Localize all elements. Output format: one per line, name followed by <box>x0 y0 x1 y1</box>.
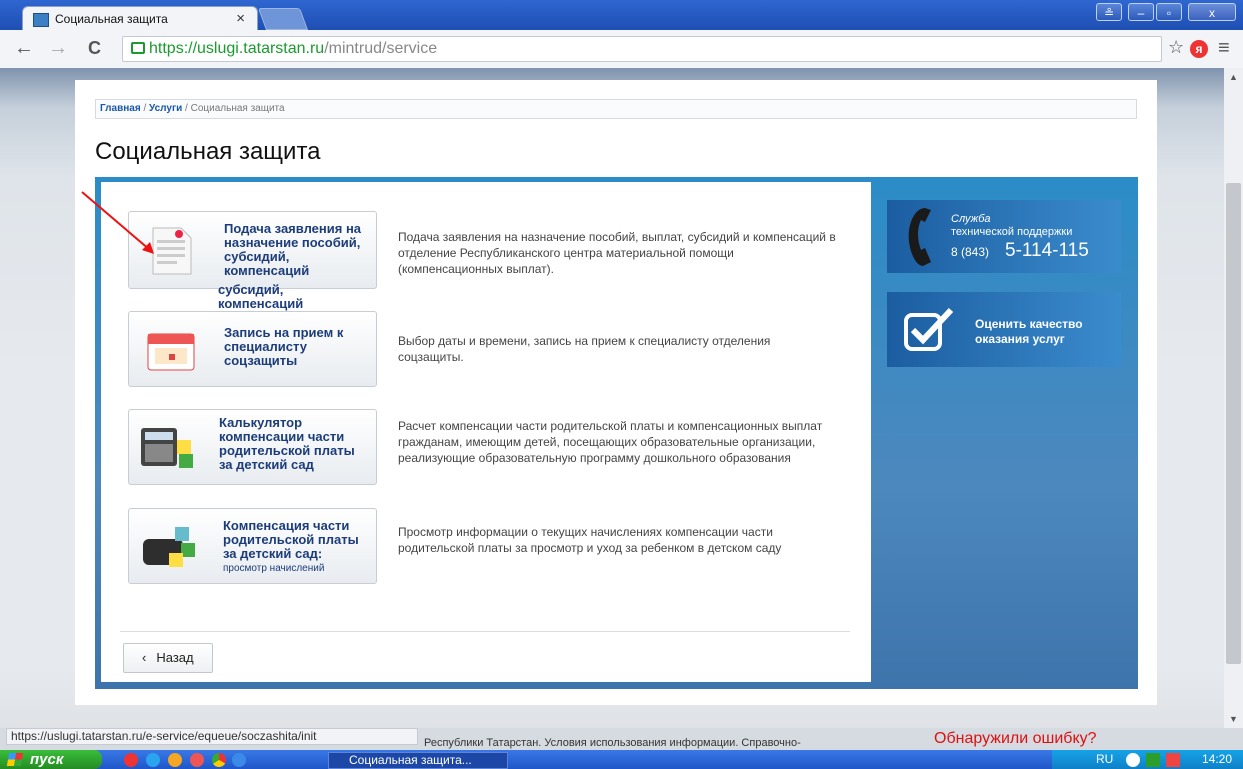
checkbox-icon <box>904 307 954 351</box>
service-appointment-button[interactable]: Запись на прием к специалисту соцзащиты <box>128 311 377 387</box>
rate-line1: Оценить качество <box>975 317 1083 331</box>
scroll-down-icon[interactable]: ▼ <box>1229 714 1238 724</box>
back-button-label: Назад <box>156 650 194 665</box>
tray-icon[interactable] <box>1166 753 1180 767</box>
tray-icon[interactable] <box>1146 753 1160 767</box>
forward-arrow-icon[interactable]: → <box>48 37 68 60</box>
taskbar-item-label: Социальная защита... <box>349 753 472 767</box>
breadcrumb-home[interactable]: Главная <box>100 103 141 114</box>
service-description: Подача заявления на назначение пособий, … <box>398 230 836 276</box>
menu-icon[interactable]: ≡ <box>1218 37 1230 60</box>
service-description: Расчет компенсации части родительской пл… <box>398 419 823 465</box>
service-description: Просмотр информации о текущих начисления… <box>398 525 782 555</box>
footer-text: Республики Татарстан. Условия использова… <box>424 737 801 749</box>
opera-icon[interactable] <box>124 753 138 767</box>
divider <box>120 631 850 632</box>
language-indicator[interactable]: RU <box>1096 750 1113 769</box>
calendar-icon <box>147 333 195 371</box>
chrome-icon[interactable] <box>212 753 226 767</box>
service-compensation-button[interactable]: Компенсация части родительской платы за … <box>128 508 377 584</box>
service-calculator-button[interactable]: Калькулятор компенсации части родительск… <box>128 409 377 485</box>
lock-icon <box>131 42 145 54</box>
breadcrumb-current: Социальная защита <box>190 103 285 114</box>
overflow-label: субсидий, компенсаций <box>218 282 304 311</box>
rate-line2: оказания услуг <box>975 332 1065 346</box>
status-url: https://uslugi.tatarstan.ru/e-service/eq… <box>6 728 418 745</box>
tray-icon[interactable] <box>1126 753 1140 767</box>
star-icon[interactable]: ☆ <box>1168 37 1184 58</box>
favicon-icon <box>33 13 49 27</box>
rate-quality-banner[interactable]: Оценить качество оказания услуг <box>887 292 1121 367</box>
back-button[interactable]: ‹ Назад <box>123 643 213 673</box>
service-application-button[interactable]: Подача заявления на назначение пособий, … <box>128 211 377 289</box>
support-banner[interactable]: Служба технической поддержки 8 (843) 5-1… <box>887 200 1121 273</box>
title-bar: Социальная защита × ≗ – ▫ x <box>0 0 1243 32</box>
app-icon[interactable] <box>168 753 182 767</box>
taskbar-item-chrome[interactable]: Социальная защита... <box>328 752 508 769</box>
annotation-arrow-icon <box>81 191 154 254</box>
calculator-icon <box>141 428 193 468</box>
support-phone: 5-114-115 <box>1005 240 1089 261</box>
service-description: Выбор даты и времени, запись на прием к … <box>398 334 771 364</box>
back-arrow-icon[interactable]: ← <box>14 37 34 60</box>
close-window-button[interactable]: x <box>1188 3 1236 21</box>
minimize-button[interactable]: – <box>1128 3 1154 21</box>
reload-icon[interactable]: C <box>88 38 101 59</box>
maximize-button[interactable]: ▫ <box>1156 3 1182 21</box>
service-label: Подача заявления на назначение пособий, … <box>224 221 362 278</box>
url-text: https://uslugi.tatarstan.ru/mintrud/serv… <box>149 40 438 57</box>
breadcrumb-separator: / <box>140 103 150 114</box>
tab-close-icon[interactable]: × <box>236 10 245 27</box>
ie-icon[interactable] <box>232 753 246 767</box>
browser-tab[interactable]: Социальная защита × <box>22 6 258 32</box>
tab-title: Социальная защита <box>55 12 168 26</box>
ie-icon[interactable] <box>146 753 160 767</box>
start-label: пуск <box>30 751 64 768</box>
firefox-icon[interactable] <box>190 753 204 767</box>
support-phone-code: 8 (843) <box>951 245 990 259</box>
windows-logo-icon <box>6 753 24 766</box>
address-bar[interactable]: https://uslugi.tatarstan.ru/mintrud/serv… <box>122 36 1162 62</box>
browser-toolbar: ← → C https://uslugi.tatarstan.ru/mintru… <box>0 30 1243 69</box>
support-subtitle: технической поддержки <box>951 226 1073 238</box>
scrollbar-thumb[interactable] <box>1226 183 1241 664</box>
phone-icon <box>908 208 931 266</box>
service-sublabel: просмотр начислений <box>223 563 325 574</box>
breadcrumb-separator: / <box>182 103 191 114</box>
new-tab-button[interactable] <box>257 8 309 30</box>
clock: 14:20 <box>1202 752 1233 766</box>
yandex-icon[interactable]: я <box>1190 40 1208 58</box>
chevron-left-icon: ‹ <box>142 650 147 665</box>
user-icon[interactable]: ≗ <box>1096 3 1122 21</box>
page-title: Социальная защита <box>95 138 321 165</box>
support-title: Служба <box>951 213 991 225</box>
service-label: Запись на прием к специалисту соцзащиты <box>224 325 344 368</box>
service-label: Калькулятор компенсации части родительск… <box>219 415 355 472</box>
service-label: Компенсация части родительской платы за … <box>223 518 359 561</box>
scroll-up-icon[interactable]: ▲ <box>1229 72 1238 82</box>
report-error-link[interactable]: Обнаружили ошибку? <box>934 730 1097 748</box>
breadcrumb-services[interactable]: Услуги <box>149 103 182 114</box>
breadcrumb: Главная / Услуги / Социальная защита <box>95 99 1137 119</box>
system-tray: RU 14:20 <box>1052 750 1243 769</box>
wallet-icon <box>143 527 195 567</box>
